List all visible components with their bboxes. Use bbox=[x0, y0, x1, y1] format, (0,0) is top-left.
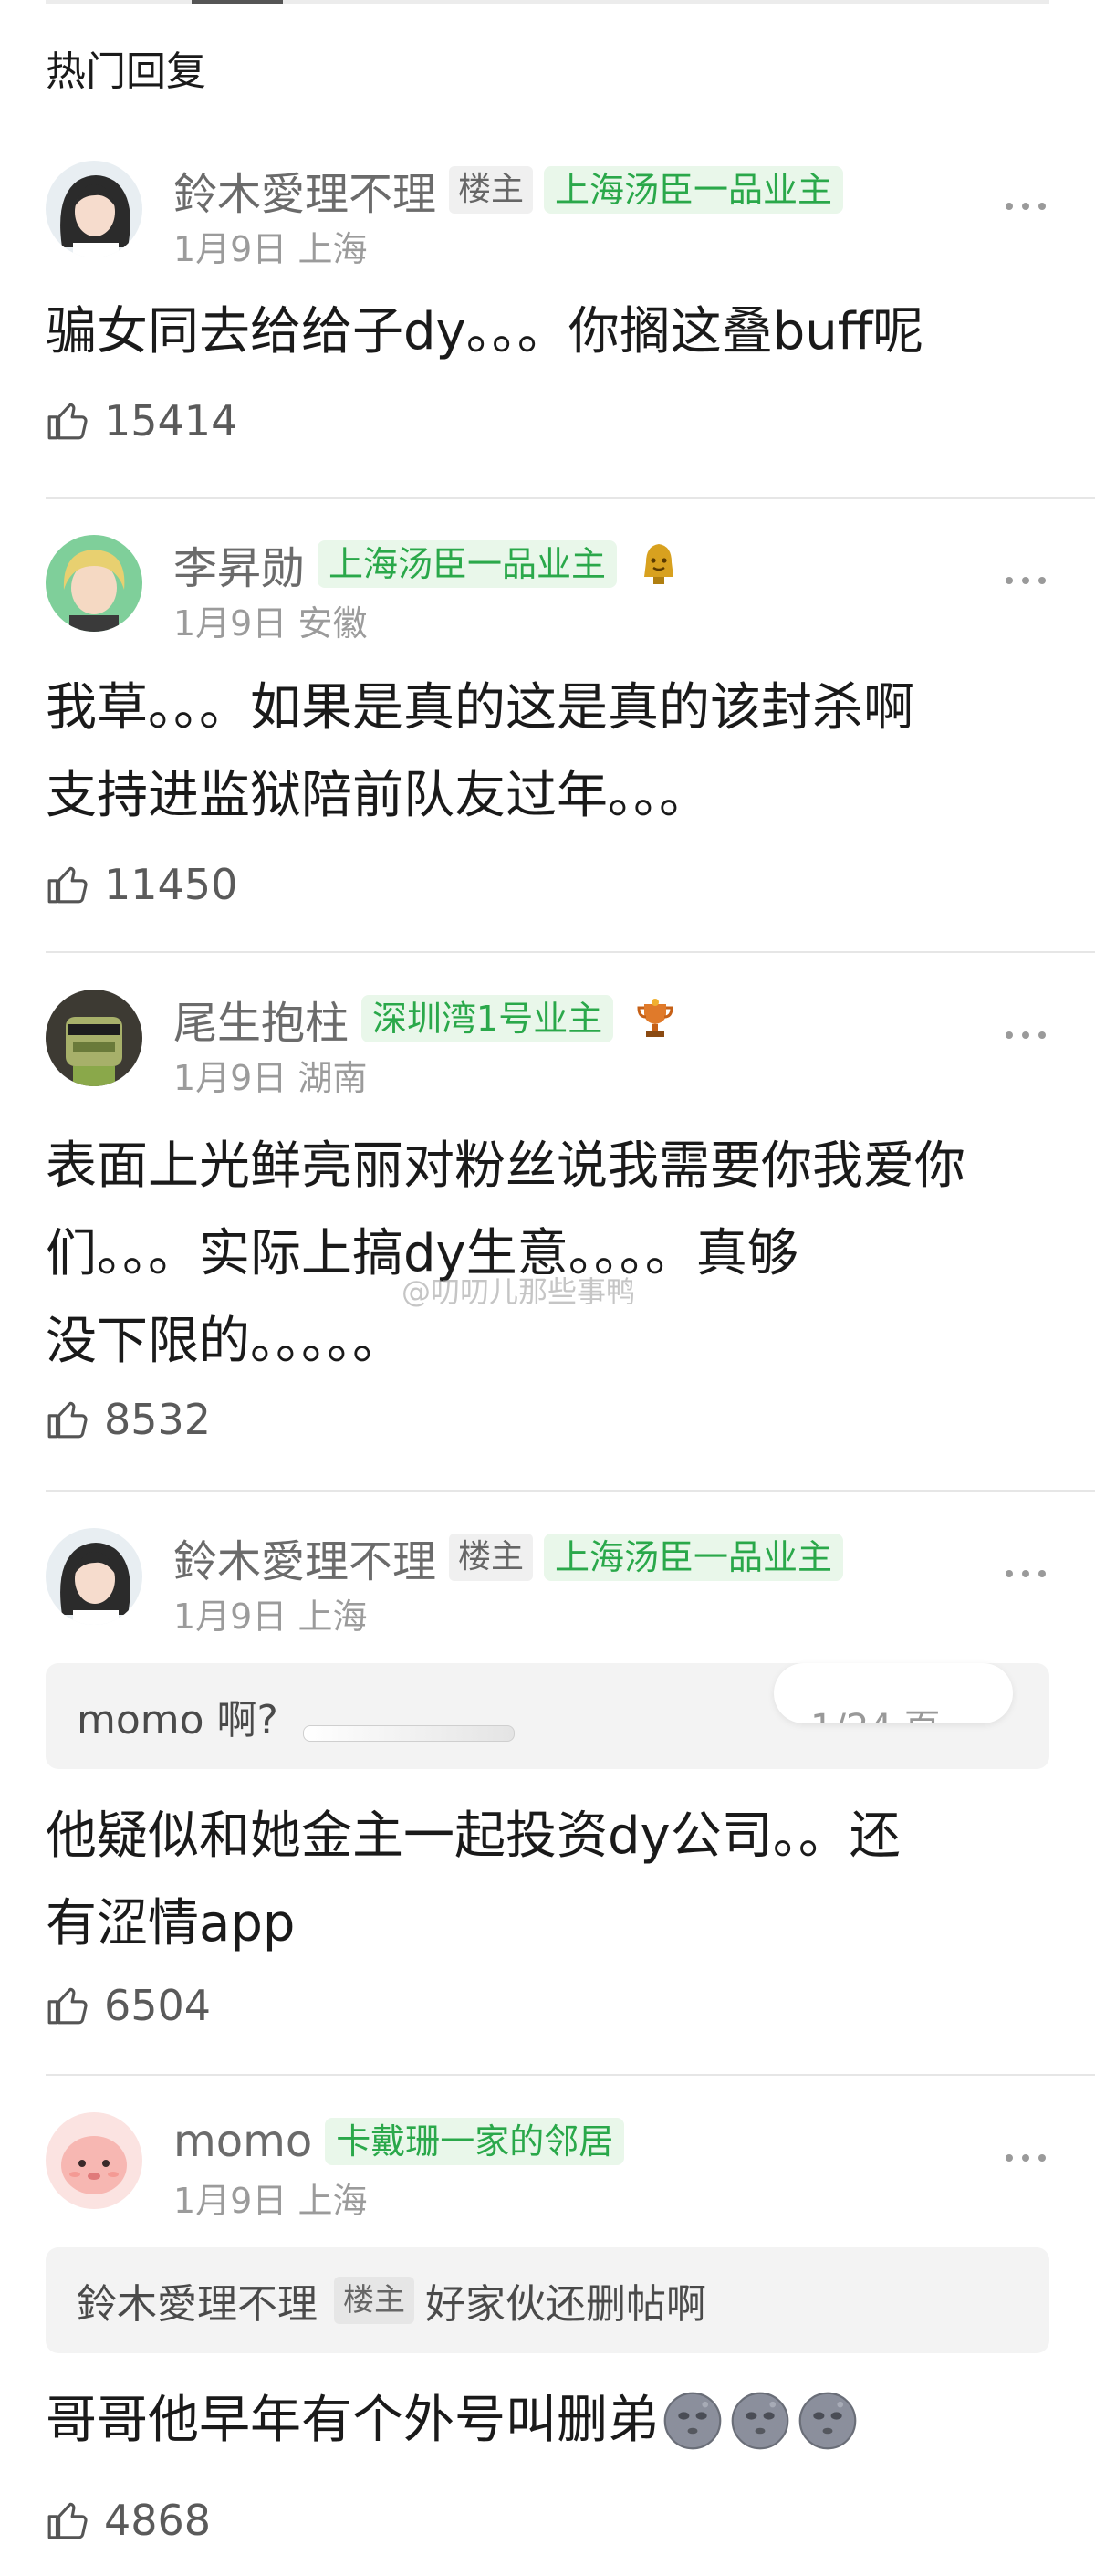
quoted-user[interactable]: 鈴木愛理不理 bbox=[77, 2271, 318, 2330]
more-options-icon[interactable] bbox=[1004, 560, 1049, 597]
section-title: 热门回复 bbox=[46, 48, 206, 95]
comment-card: 鈴木愛理不理 楼主 上海汤臣一品业主 1月9日 上海 momo 啊? 1/24 … bbox=[46, 1528, 1095, 2030]
quoted-reply[interactable]: momo 啊? 1/24 页 bbox=[46, 1663, 1049, 1769]
thumbs-up-icon bbox=[47, 1987, 88, 2025]
page-indicator-popup[interactable]: 1/24 页 bbox=[774, 1663, 1013, 1723]
comment-meta: 1月9日 湖南 bbox=[173, 1058, 368, 1098]
comment-body: 他疑似和她金主一起投资dy公司。。还 有涩情app bbox=[46, 1806, 901, 1953]
more-options-icon[interactable] bbox=[1004, 2138, 1049, 2174]
gold-bell-medal-icon bbox=[644, 544, 674, 584]
username[interactable]: 尾生抱柱 bbox=[173, 987, 349, 1051]
comment-meta: 1月9日 上海 bbox=[173, 1597, 368, 1637]
avatar[interactable] bbox=[46, 2112, 142, 2209]
owner-badge[interactable]: 上海汤臣一品业主 bbox=[544, 166, 844, 214]
comment-body: 骗女同去给给子dy。。。你搁这叠buff呢 bbox=[46, 302, 924, 361]
like-count: 8532 bbox=[104, 1395, 212, 1444]
username[interactable]: 鈴木愛理不理 bbox=[173, 158, 436, 222]
comment-meta: 1月9日 安徽 bbox=[173, 603, 368, 644]
comment-card: 鈴木愛理不理 楼主 上海汤臣一品业主 1月9日 上海 骗女同去给给子dy。。。你… bbox=[46, 161, 1095, 508]
like-button[interactable]: 15414 bbox=[46, 396, 237, 445]
thumbs-up-icon bbox=[47, 2502, 88, 2539]
username[interactable]: 鈴木愛理不理 bbox=[173, 1525, 436, 1589]
moon-face-icon bbox=[798, 2392, 857, 2450]
comment-body: 我草。。。如果是真的这是真的该封杀啊 支持进监狱陪前队友过年。。。 bbox=[46, 678, 914, 825]
like-count: 15414 bbox=[104, 396, 238, 445]
thumbs-up-icon bbox=[47, 403, 88, 440]
avatar[interactable] bbox=[46, 990, 142, 1086]
comment-divider bbox=[46, 497, 1095, 499]
like-button[interactable]: 6504 bbox=[46, 1981, 211, 2030]
owner-badge[interactable]: 上海汤臣一品业主 bbox=[544, 1534, 844, 1581]
comment-divider bbox=[46, 1490, 1095, 1492]
thumbs-up-icon bbox=[47, 866, 88, 904]
moon-face-icon bbox=[731, 2392, 789, 2450]
like-count: 11450 bbox=[104, 860, 238, 909]
avatar[interactable] bbox=[46, 161, 142, 257]
like-count: 6504 bbox=[104, 1981, 212, 2030]
comment-meta: 1月9日 上海 bbox=[173, 229, 368, 269]
avatar[interactable] bbox=[46, 535, 142, 632]
comment-meta: 1月9日 上海 bbox=[173, 2181, 368, 2221]
comment-card: 李昇勋 上海汤臣一品业主 1月9日 安徽 我草。。。如果是真的这是真的该封杀啊支… bbox=[46, 535, 1095, 927]
comment-card: 尾生抱柱 深圳湾1号业主 1月9日 湖南 表面上光鲜亮丽对粉丝说我需要你我爱你们… bbox=[46, 990, 1095, 1464]
top-divider bbox=[46, 0, 1049, 4]
like-button[interactable]: 8532 bbox=[46, 1395, 211, 1444]
avatar[interactable] bbox=[46, 1528, 142, 1625]
trophy-medal-icon bbox=[637, 999, 673, 1037]
thumbs-up-icon bbox=[47, 1401, 88, 1439]
page-indicator: 1/24 页 bbox=[810, 1698, 941, 1723]
owner-badge[interactable]: 上海汤臣一品业主 bbox=[318, 540, 618, 588]
op-tag: 楼主 bbox=[449, 166, 534, 214]
more-options-icon[interactable] bbox=[1004, 1015, 1049, 1052]
username[interactable]: 李昇勋 bbox=[173, 532, 305, 596]
comment-divider bbox=[46, 2074, 1095, 2076]
comment-body: 哥哥他早年有个外号叫删弟 bbox=[46, 2377, 1063, 2465]
comment-body: 表面上光鲜亮丽对粉丝说我需要你我爱你 们。。。实际上搞dy生意。。。。真够 没下限的… bbox=[46, 1136, 965, 1371]
more-options-icon[interactable] bbox=[1004, 186, 1049, 223]
like-button[interactable]: 11450 bbox=[46, 860, 237, 909]
moon-face-icon bbox=[663, 2392, 722, 2450]
obscured-text bbox=[303, 1725, 515, 1742]
like-count: 4868 bbox=[104, 2496, 212, 2545]
username[interactable]: momo bbox=[173, 2116, 312, 2167]
comment-card: momo 卡戴珊一家的邻居 1月9日 上海 鈴木愛理不理 楼主 好家伙还删帖啊 … bbox=[46, 2112, 1095, 2569]
more-options-icon[interactable] bbox=[1004, 1554, 1049, 1590]
op-tag: 楼主 bbox=[334, 2277, 414, 2324]
owner-badge[interactable]: 深圳湾1号业主 bbox=[361, 995, 614, 1042]
quoted-text: 好家伙还删帖啊 bbox=[425, 2281, 706, 2328]
quoted-reply[interactable]: 鈴木愛理不理 楼主 好家伙还删帖啊 bbox=[46, 2247, 1049, 2353]
quoted-text: momo 啊? bbox=[77, 1697, 278, 1744]
owner-badge[interactable]: 卡戴珊一家的邻居 bbox=[325, 2118, 625, 2165]
like-button[interactable]: 4868 bbox=[46, 2496, 211, 2545]
comment-divider bbox=[46, 951, 1095, 953]
op-tag: 楼主 bbox=[449, 1534, 534, 1581]
watermark: @叨叨儿那些事鸭 bbox=[402, 1274, 636, 1309]
